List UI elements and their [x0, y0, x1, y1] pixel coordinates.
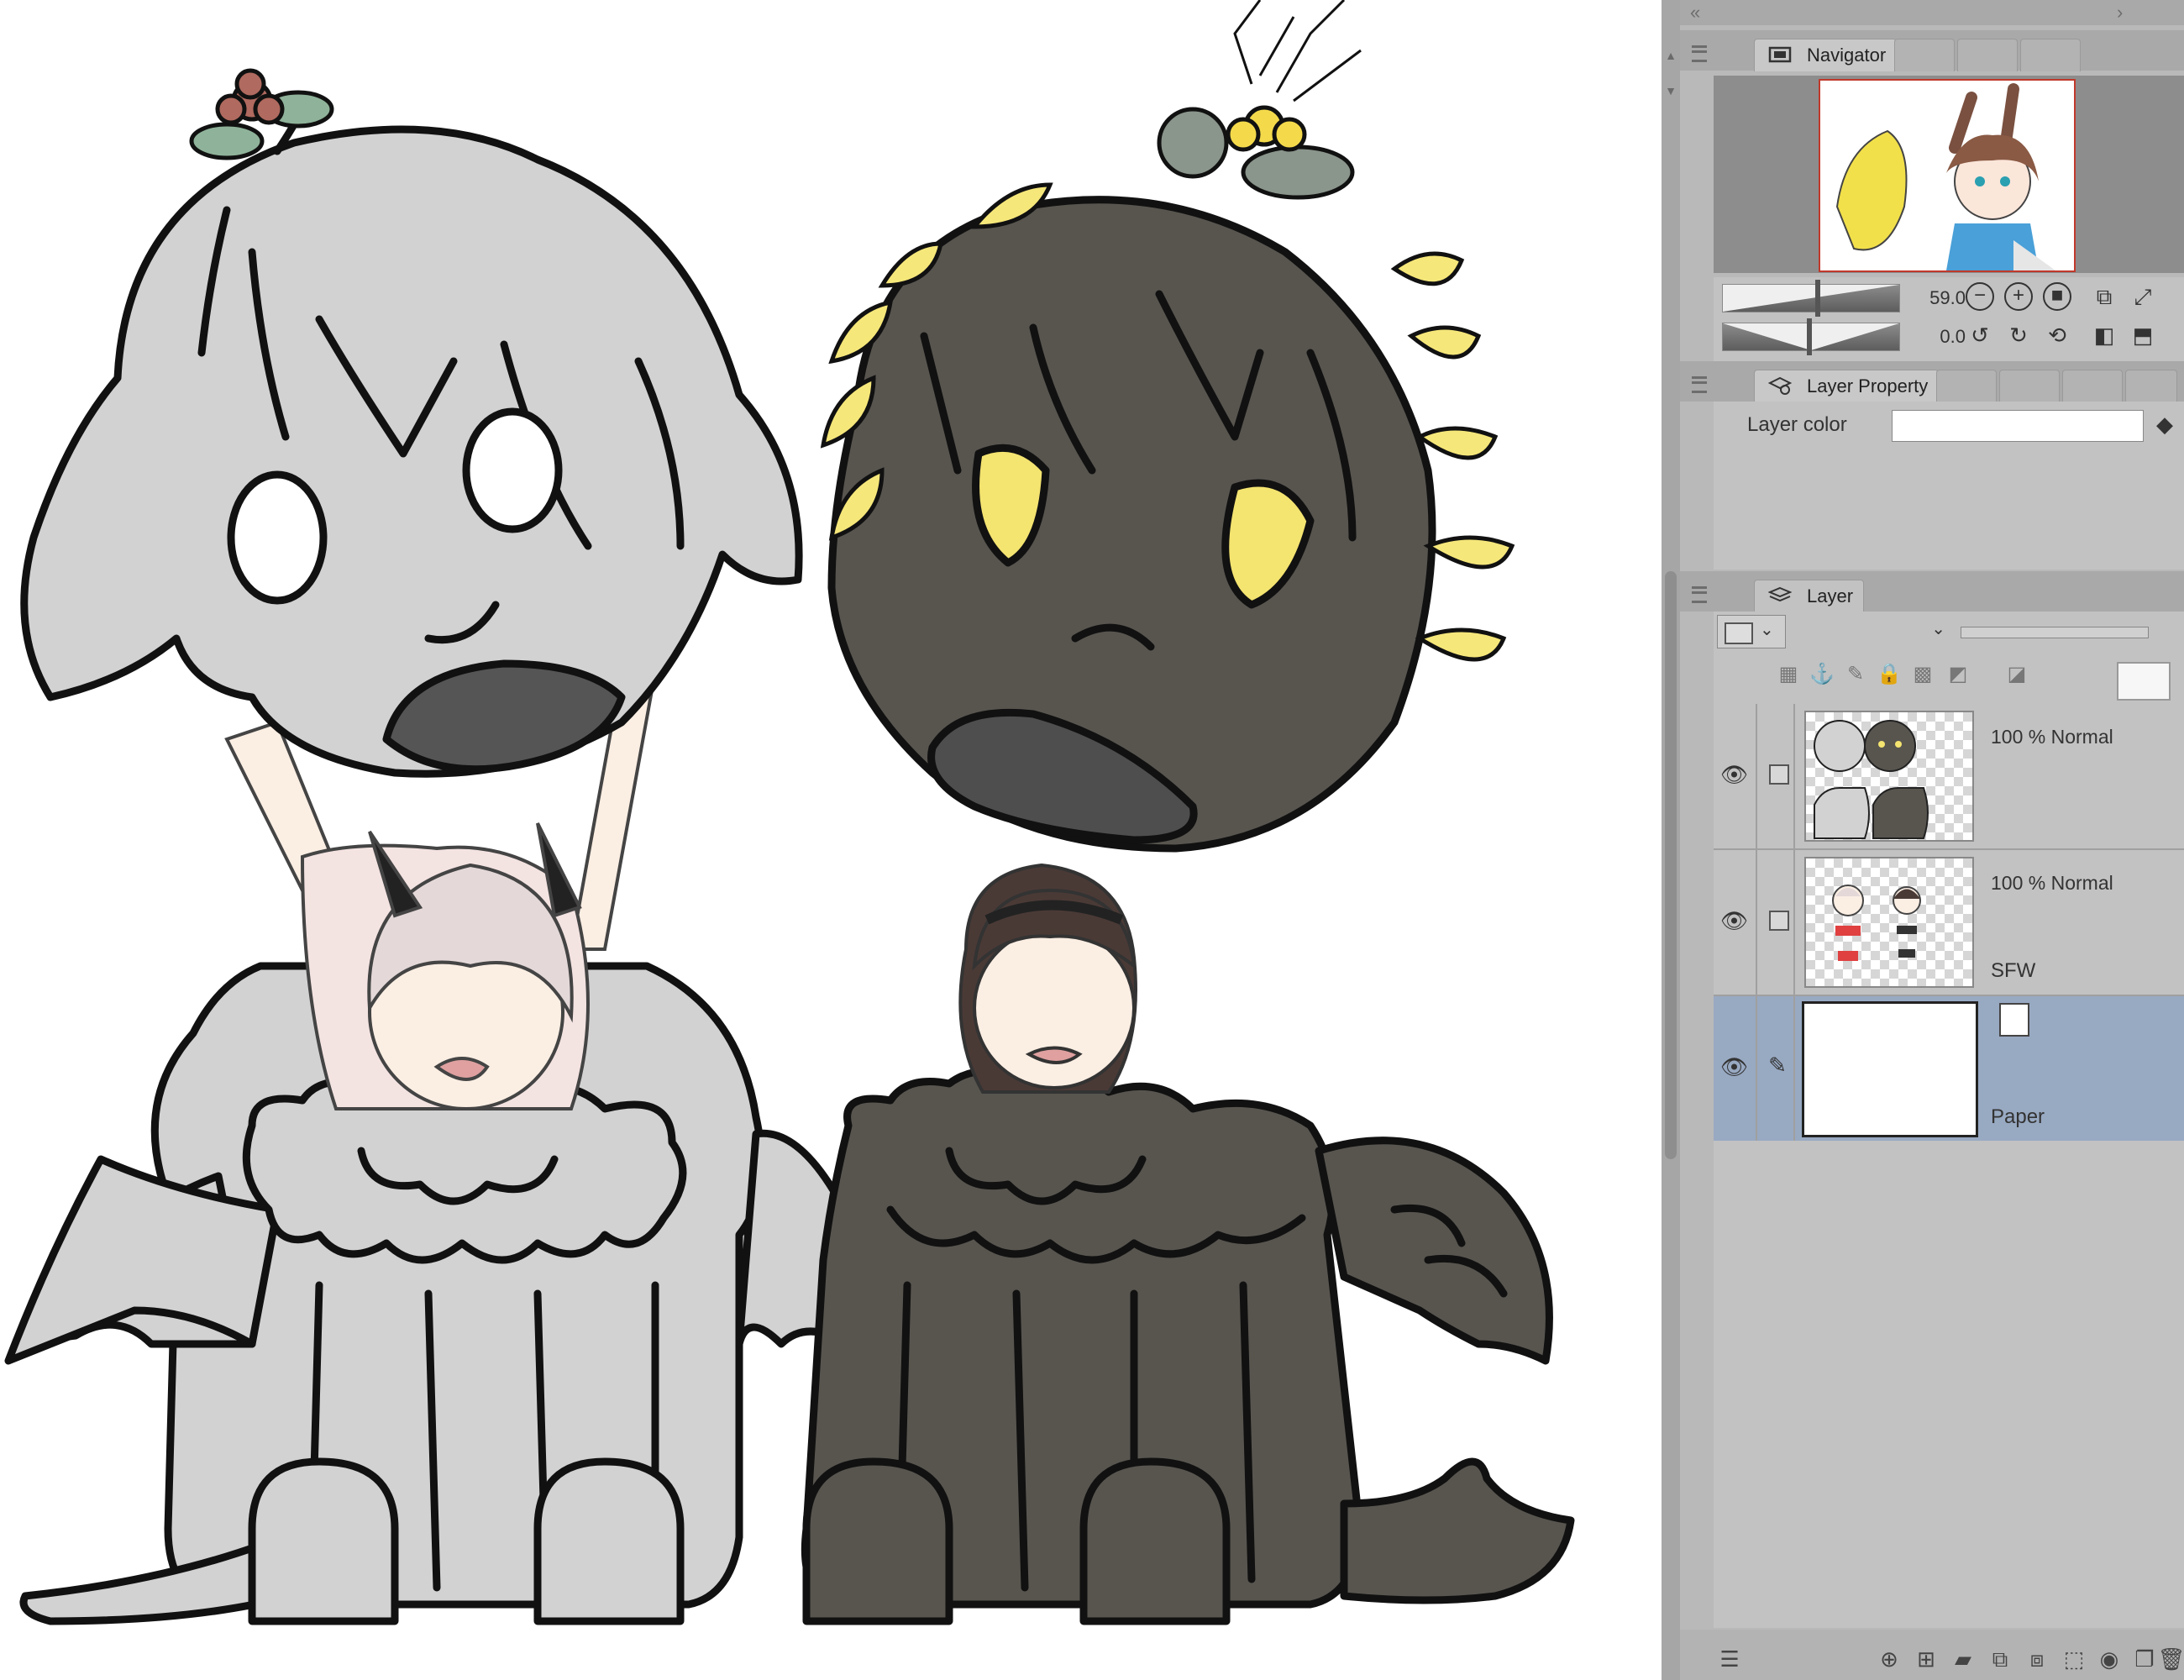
panel-grip-icon[interactable]	[1692, 376, 1707, 393]
artwork	[4, 0, 1575, 1625]
zoom-value: 59.0	[1929, 287, 1966, 308]
layer-property-tabbar: Layer Property	[1680, 361, 2184, 402]
tab-layer-property-label: Layer Property	[1807, 375, 1929, 396]
navigator-preview[interactable]	[1714, 76, 2184, 273]
mask-icon[interactable]: ◩	[1945, 662, 1971, 687]
tab-layer-property[interactable]: Layer Property	[1754, 370, 1940, 402]
collapse-right-icon[interactable]: ›	[2117, 2, 2123, 24]
layer-name-label: SFW	[1991, 959, 2036, 982]
navigator-thumbnail	[1819, 79, 2076, 272]
right-dock: « › Navigator 59.0 − + ■ ⧉ ⤢ 0.0 ↺ ↻ ⟲ ◧…	[1680, 0, 2184, 1680]
new-raster-layer-icon[interactable]: ⊕	[1875, 1645, 1903, 1673]
layer-menu-icon[interactable]: ☰	[1715, 1645, 1744, 1673]
trash-icon[interactable]: 🗑	[2157, 1645, 2184, 1673]
tab-animation[interactable]	[1999, 370, 2060, 402]
eye-icon[interactable]: 👁	[1720, 907, 1748, 934]
layer-select-checkbox[interactable]	[1769, 764, 1789, 785]
layer-thumbnail	[1802, 1001, 1978, 1137]
collapse-left-icon[interactable]: «	[1690, 2, 1700, 24]
layer-color-swatch[interactable]	[1892, 410, 2144, 442]
rotate-right-icon[interactable]: ↻	[2004, 321, 2033, 349]
combine-down-icon[interactable]: ⧈	[2023, 1645, 2051, 1673]
tab-item-bank[interactable]	[1957, 39, 2018, 71]
layer-thumbnail	[1804, 711, 1974, 842]
new-vector-layer-icon[interactable]: ⊞	[1912, 1645, 1940, 1673]
reference-layer-icon[interactable]: ⚓	[1809, 662, 1835, 687]
layer-name-label: Paper	[1991, 1105, 2045, 1128]
panel-grip-icon[interactable]	[1692, 45, 1707, 62]
fill-bucket-icon[interactable]: ◆	[2150, 410, 2179, 438]
layer-mode-dropdown[interactable]: ⌄	[1794, 615, 1945, 647]
layer-list-empty-area[interactable]	[1714, 1141, 2184, 1628]
rotation-slider[interactable]	[1722, 318, 1900, 355]
rotation-value: 0.0	[1940, 326, 1966, 347]
tab-navigator-label: Navigator	[1807, 45, 1887, 66]
tab-sub-view[interactable]	[1894, 39, 1955, 71]
navigator-icon	[1768, 46, 1792, 63]
layer-color-toggle[interactable]	[2117, 662, 2171, 701]
panel-grip-icon[interactable]	[1692, 586, 1707, 603]
scroll-down-arrow-icon[interactable]: ▼	[1664, 84, 1677, 97]
navigator-thumbnail-image	[1820, 81, 2074, 270]
eye-icon[interactable]: 👁	[1720, 761, 1748, 788]
scrollbar-thumb[interactable]	[1665, 571, 1677, 1159]
navigator-tabbar: Navigator	[1680, 30, 2184, 71]
tab-auto-action[interactable]	[2062, 370, 2123, 402]
tab-info[interactable]	[2020, 39, 2081, 71]
canvas-vertical-scrollbar[interactable]: ▲ ▼	[1662, 0, 1680, 1680]
reset-rotation-icon[interactable]: ⟲	[2043, 321, 2071, 349]
new-folder-icon[interactable]: ▰	[1949, 1645, 1977, 1673]
layer-thumbnail	[1804, 857, 1974, 988]
duplicate-layer-icon[interactable]: ❐	[2130, 1645, 2159, 1673]
lock-layer-icon[interactable]: 🔒	[1877, 662, 1902, 687]
pencil-icon[interactable]: ✎	[1764, 1052, 1791, 1079]
paper-layer-icon	[1999, 1003, 2029, 1037]
layer-tabbar: Layer	[1680, 571, 2184, 612]
zoom-slider[interactable]	[1722, 280, 1900, 317]
rotate-left-icon[interactable]: ↺	[1966, 321, 1994, 349]
eye-icon[interactable]: 👁	[1720, 1053, 1748, 1080]
navigator-controls: 59.0 − + ■ ⧉ ⤢ 0.0 ↺ ↻ ⟲ ◧ ⬒	[1714, 277, 2184, 370]
layer-row-1[interactable]: 👁 100 % Normal	[1714, 704, 2184, 850]
drawing-canvas[interactable]	[0, 0, 1662, 1680]
layer-toolbar: ⌄ ⌄ ▦ ⚓ ✎ 🔒 ▩ ◩ ◪	[1714, 612, 2184, 704]
create-mask-icon[interactable]: ◉	[2095, 1645, 2124, 1673]
layer-row-sfw[interactable]: 👁 100 % Normal SFW	[1714, 850, 2184, 996]
opacity-slider[interactable]	[1961, 627, 2149, 638]
fit-view-icon[interactable]: ■	[2043, 282, 2071, 311]
tab-navigator[interactable]: Navigator	[1754, 39, 1898, 71]
fit-window-icon[interactable]: ⤢	[2129, 282, 2157, 311]
flip-horizontal-icon[interactable]: ◧	[2090, 321, 2118, 349]
actual-size-icon[interactable]: ⧉	[2090, 282, 2118, 311]
layer-mode-label: 100 % Normal	[1991, 726, 2113, 748]
lock-transparency-icon[interactable]: ▩	[1910, 662, 1935, 687]
zoom-in-icon[interactable]: +	[2004, 282, 2033, 311]
layer-stack-icon	[1768, 586, 1792, 602]
layer-select-checkbox[interactable]	[1769, 911, 1789, 931]
scroll-up-arrow-icon[interactable]: ▲	[1664, 49, 1677, 62]
dock-collapse-strip: « ›	[1680, 0, 2184, 25]
flip-vertical-icon[interactable]: ⬒	[2129, 321, 2157, 349]
tab-search[interactable]	[2125, 370, 2177, 402]
zoom-out-icon[interactable]: −	[1966, 282, 1994, 311]
apply-mask-icon[interactable]: ⬚	[2060, 1645, 2088, 1673]
layer-mode-label: 100 % Normal	[1991, 872, 2113, 894]
ruler-icon[interactable]: ◪	[2004, 662, 2029, 687]
tab-history[interactable]	[1936, 370, 1997, 402]
transfer-down-icon[interactable]: ⧉	[1986, 1645, 2014, 1673]
tab-layer[interactable]: Layer	[1754, 580, 1865, 612]
layer-property-icon	[1768, 376, 1792, 395]
layer-bottom-toolbar: ☰ ⊕ ⊞ ▰ ⧉ ⧈ ⬚ ◉ ❐ 🗑	[1680, 1630, 2184, 1680]
draft-layer-icon[interactable]: ✎	[1843, 662, 1868, 687]
layer-property-panel: Layer color ◆	[1714, 402, 2184, 570]
layer-color-label: Layer color	[1747, 413, 1847, 436]
clipping-icon[interactable]: ▦	[1776, 662, 1801, 687]
blend-mode-select[interactable]: ⌄	[1717, 615, 1786, 648]
layer-row-paper[interactable]: 👁 ✎ Paper	[1714, 996, 2184, 1142]
tab-layer-label: Layer	[1807, 585, 1854, 606]
